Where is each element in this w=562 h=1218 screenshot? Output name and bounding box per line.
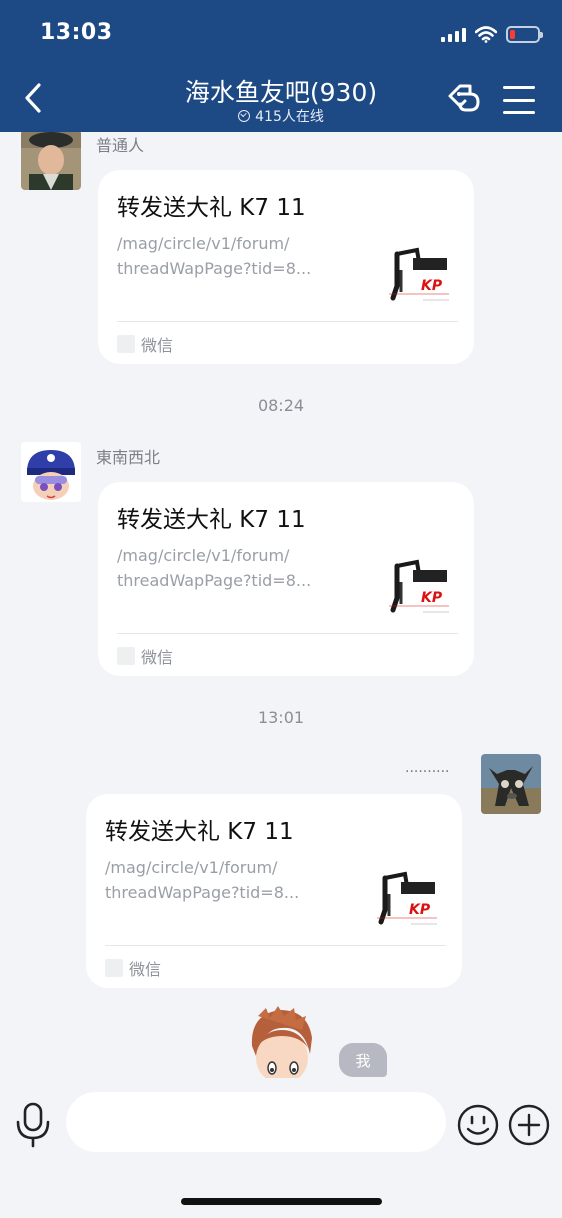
card-description: /mag/circle/v1/forum/ threadWapPage?tid=… bbox=[117, 543, 337, 593]
header: 13:03 海水鱼友吧(930) 415人在线 bbox=[0, 0, 562, 132]
wechat-icon bbox=[117, 647, 135, 665]
card-thumbnail: KP bbox=[371, 860, 443, 930]
sender-name: .......... bbox=[405, 760, 450, 776]
online-check-icon bbox=[238, 110, 251, 122]
wechat-icon bbox=[105, 959, 123, 977]
link-card[interactable]: 转发送大礼 K7 11 /mag/circle/v1/forum/ thread… bbox=[98, 482, 474, 676]
avatar[interactable] bbox=[21, 130, 81, 190]
plus-circle-icon bbox=[508, 1104, 550, 1146]
link-tag-icon bbox=[448, 84, 480, 112]
avatar[interactable] bbox=[481, 754, 541, 814]
input-bar bbox=[0, 1078, 562, 1218]
card-description: /mag/circle/v1/forum/ threadWapPage?tid=… bbox=[105, 855, 325, 905]
card-title: 转发送大礼 K7 11 bbox=[117, 507, 306, 533]
cellular-signal-icon bbox=[441, 26, 466, 42]
battery-icon bbox=[506, 25, 543, 43]
card-source: 微信 bbox=[117, 332, 173, 356]
me-badge: 我 bbox=[339, 1043, 387, 1077]
card-divider bbox=[117, 321, 458, 322]
chat-screen: 13:03 海水鱼友吧(930) 415人在线 普通人 转发送大礼 K7 11 … bbox=[0, 0, 562, 1218]
timestamp: 08:24 bbox=[257, 396, 305, 415]
card-description-line: /mag/circle/v1/forum/ bbox=[117, 546, 290, 565]
card-thumbnail: KP bbox=[383, 548, 455, 618]
wechat-icon bbox=[117, 335, 135, 353]
card-title: 转发送大礼 K7 11 bbox=[117, 195, 306, 221]
card-description: /mag/circle/v1/forum/ threadWapPage?tid=… bbox=[117, 231, 337, 281]
timestamp: 13:01 bbox=[257, 708, 305, 727]
menu-line bbox=[503, 111, 535, 114]
link-card[interactable]: 转发送大礼 K7 11 /mag/circle/v1/forum/ thread… bbox=[98, 170, 474, 364]
sticker-image[interactable] bbox=[244, 1006, 320, 1078]
card-divider bbox=[105, 945, 446, 946]
sender-name: 東南西北 bbox=[96, 448, 161, 467]
online-count-label: 415人在线 bbox=[255, 109, 324, 125]
svg-text:KP: KP bbox=[421, 278, 443, 294]
sender-name: 普通人 bbox=[96, 136, 145, 155]
card-thumbnail: KP bbox=[383, 236, 455, 306]
menu-button[interactable] bbox=[503, 86, 535, 114]
card-description-line: /mag/circle/v1/forum/ bbox=[117, 234, 290, 253]
smiley-icon bbox=[457, 1104, 499, 1146]
card-source-label: 微信 bbox=[129, 960, 162, 979]
link-card[interactable]: 转发送大礼 K7 11 /mag/circle/v1/forum/ thread… bbox=[86, 794, 462, 988]
avatar-image bbox=[21, 442, 81, 502]
card-divider bbox=[117, 633, 458, 634]
avatar-image bbox=[21, 130, 81, 190]
avatar[interactable] bbox=[21, 442, 81, 502]
svg-text:KP: KP bbox=[409, 902, 431, 918]
more-button[interactable] bbox=[508, 1104, 550, 1146]
status-time: 13:03 bbox=[40, 20, 113, 45]
card-source-label: 微信 bbox=[141, 648, 174, 667]
card-description-line: threadWapPage?tid=8... bbox=[117, 259, 312, 278]
svg-text:KP: KP bbox=[421, 590, 443, 606]
card-title: 转发送大礼 K7 11 bbox=[105, 819, 294, 845]
menu-line bbox=[503, 86, 535, 89]
card-description-line: /mag/circle/v1/forum/ bbox=[105, 858, 278, 877]
card-description-line: threadWapPage?tid=8... bbox=[105, 883, 300, 902]
home-indicator bbox=[181, 1198, 382, 1205]
share-button[interactable] bbox=[444, 82, 482, 118]
avatar-image bbox=[481, 754, 541, 814]
menu-line bbox=[503, 98, 535, 102]
card-source-label: 微信 bbox=[141, 336, 174, 355]
status-icons bbox=[441, 22, 543, 46]
card-description-line: threadWapPage?tid=8... bbox=[117, 571, 312, 590]
microphone-icon bbox=[16, 1102, 50, 1148]
card-source: 微信 bbox=[105, 956, 161, 980]
voice-button[interactable] bbox=[14, 1102, 52, 1148]
emoji-button[interactable] bbox=[457, 1104, 499, 1146]
message-input[interactable] bbox=[66, 1092, 446, 1152]
card-source: 微信 bbox=[117, 644, 173, 668]
wifi-icon bbox=[475, 25, 497, 43]
